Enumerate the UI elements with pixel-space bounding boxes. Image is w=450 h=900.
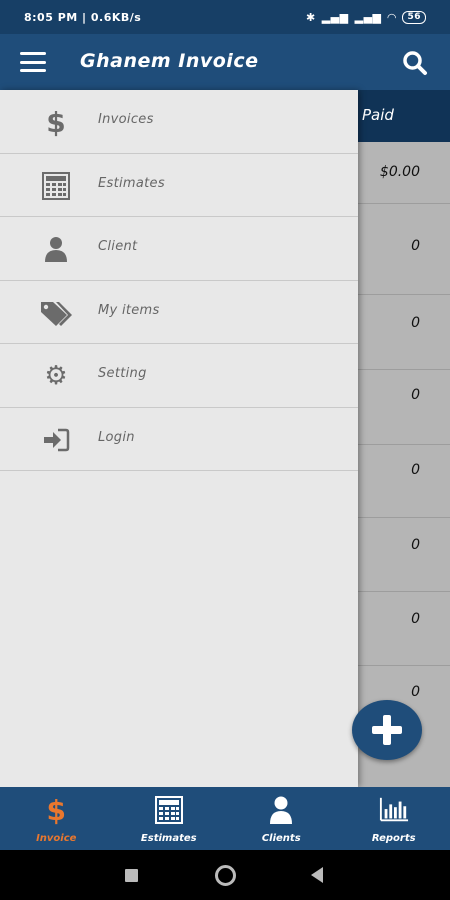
nav-tab-clients[interactable]: Clients — [225, 787, 338, 850]
status-bar: 8:05 PM | 0.6KB/s ✱ ▂▄▆ ▂▄▆ ◠ 56 — [0, 0, 450, 34]
user-icon — [266, 795, 296, 825]
drawer-item-client[interactable]: Client — [0, 217, 358, 281]
drawer-item-invoices[interactable]: $ Invoices — [0, 90, 358, 154]
plus-icon — [372, 715, 402, 745]
bluetooth-icon: ✱ — [306, 10, 316, 24]
drawer-item-estimates[interactable]: Estimates — [0, 154, 358, 217]
hamburger-menu-icon[interactable] — [20, 52, 46, 72]
drawer-item-label: Setting — [98, 366, 147, 381]
drawer-item-login[interactable]: Login — [0, 408, 358, 471]
drawer-item-label: Invoices — [98, 112, 154, 127]
add-fab-button[interactable] — [352, 700, 422, 760]
status-icons: ✱ ▂▄▆ ▂▄▆ ◠ 56 — [306, 10, 426, 24]
drawer-item-label: Client — [98, 239, 138, 254]
user-icon — [38, 234, 74, 264]
tags-icon — [38, 298, 74, 328]
dollar-icon: $ — [46, 793, 66, 827]
drawer-item-label: My items — [98, 302, 160, 318]
bar-chart-icon — [379, 795, 409, 825]
navigation-drawer: $ Invoices Estimates Client My items ⚙ S… — [0, 90, 358, 787]
nav-tab-label: Invoice — [36, 833, 77, 844]
app-title: Ghanem Invoice — [80, 50, 259, 72]
system-navigation-bar — [0, 850, 450, 900]
drawer-item-my-items[interactable]: My items — [0, 281, 358, 344]
status-time-speed: 8:05 PM | 0.6KB/s — [24, 10, 142, 24]
nav-tab-label: Estimates — [140, 833, 197, 844]
signal-icon: ▂▄▆ — [321, 10, 349, 24]
table-row: 0 — [358, 518, 450, 592]
calculator-icon — [154, 795, 184, 825]
calculator-icon — [38, 171, 74, 201]
nav-tab-reports[interactable]: Reports — [338, 787, 450, 850]
table-row: 0 — [358, 204, 450, 295]
signal-icon-2: ▂▄▆ — [354, 10, 382, 24]
app-bar: Ghanem Invoice — [0, 34, 450, 90]
recents-icon[interactable] — [125, 869, 138, 882]
table-row: 0 — [358, 445, 450, 518]
table-row: 0 — [358, 295, 450, 370]
nav-tab-label: Reports — [371, 833, 416, 844]
wifi-icon: ◠ — [387, 10, 397, 24]
search-icon[interactable] — [402, 50, 428, 76]
gear-icon: ⚙ — [44, 361, 68, 391]
table-row: $0.00 — [358, 142, 450, 204]
drawer-item-setting[interactable]: ⚙ Setting — [0, 344, 358, 408]
dollar-icon: $ — [46, 105, 66, 139]
nav-tab-estimates[interactable]: Estimates — [113, 787, 226, 850]
drawer-item-label: Login — [98, 429, 135, 445]
battery-icon: 56 — [402, 10, 426, 24]
table-row: 0 — [358, 370, 450, 445]
drawer-item-label: Estimates — [98, 175, 165, 191]
nav-tab-invoice[interactable]: $ Invoice — [0, 787, 113, 850]
back-icon[interactable] — [311, 867, 323, 883]
bottom-navigation: $ Invoice Estimates Clients Reports — [0, 787, 450, 850]
login-icon — [38, 425, 74, 455]
nav-tab-label: Clients — [261, 833, 301, 844]
table-row: 0 — [358, 592, 450, 666]
home-icon[interactable] — [215, 865, 236, 886]
paid-column-header: Paid — [358, 90, 450, 142]
